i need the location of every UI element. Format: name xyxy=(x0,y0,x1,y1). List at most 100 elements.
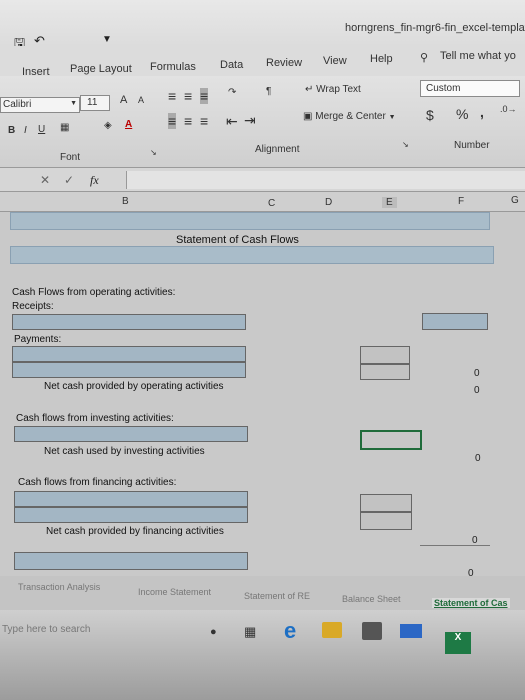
net-operating-value: 0 xyxy=(474,385,480,396)
mail-icon[interactable] xyxy=(400,624,422,638)
title-band-bottom xyxy=(10,246,494,264)
payments-label: Payments: xyxy=(14,334,62,345)
increase-indent-icon[interactable]: ⇥ xyxy=(244,112,256,129)
column-header-d[interactable]: D xyxy=(325,197,332,208)
payments-box-e1[interactable] xyxy=(360,346,410,364)
customize-toolbar-icon[interactable]: ▼ xyxy=(102,34,112,45)
lightbulb-icon[interactable]: ⚲ xyxy=(420,51,428,64)
font-color-button[interactable]: A xyxy=(125,119,132,130)
tab-income-statement[interactable]: Income Statement xyxy=(138,587,211,597)
align-top-icon[interactable]: ≡ xyxy=(168,88,176,104)
excel-taskbar-icon[interactable]: X xyxy=(445,632,471,654)
currency-button[interactable]: $ xyxy=(426,107,434,123)
column-header-c[interactable]: C xyxy=(268,198,275,209)
formula-bar: ✕ ✓ fx xyxy=(0,168,525,192)
align-bottom-icon[interactable]: ≡ xyxy=(200,88,209,104)
payments-box-e2[interactable] xyxy=(360,364,410,380)
receipts-total-cell[interactable] xyxy=(422,313,488,330)
menu-formulas[interactable]: Formulas xyxy=(150,61,196,73)
investing-heading: Cash flows from investing activities: xyxy=(16,413,174,424)
microphone-icon[interactable]: ● xyxy=(210,626,217,638)
wrap-text-button[interactable]: ↵ Wrap Text xyxy=(305,84,361,95)
financing-input-cell-1[interactable] xyxy=(14,491,248,507)
alignment-group-label: Alignment xyxy=(255,144,300,155)
financing-input-cell-2[interactable] xyxy=(14,507,248,523)
edge-icon[interactable]: e xyxy=(284,618,296,644)
underline-button[interactable]: U xyxy=(38,124,45,135)
menu-page-layout[interactable]: Page Layout xyxy=(70,63,132,75)
receipts-input-cell[interactable] xyxy=(12,314,246,330)
wrap-text-icon: ↵ xyxy=(305,84,317,95)
comma-button[interactable]: , xyxy=(480,104,484,120)
net-financing-value: 0 xyxy=(472,535,478,546)
total-input-cell[interactable] xyxy=(14,552,248,570)
taskbar-search-input[interactable]: Type here to search xyxy=(2,624,90,635)
increase-decimal-icon[interactable]: .0→ xyxy=(500,104,517,114)
tab-statement-of-cash-flows[interactable]: Statement of Cas xyxy=(432,598,510,608)
font-group-label: Font xyxy=(60,152,81,163)
align-center-icon[interactable]: ≡ xyxy=(184,113,192,129)
alignment-launcher-icon[interactable]: ↘ xyxy=(402,140,409,149)
cancel-icon[interactable]: ✕ xyxy=(40,173,50,187)
font-launcher-icon[interactable]: ↘ xyxy=(150,148,157,157)
receipts-label: Receipts: xyxy=(12,301,54,312)
statement-title: Statement of Cash Flows xyxy=(176,234,299,246)
column-headers xyxy=(0,192,525,212)
investing-selected-cell[interactable] xyxy=(360,430,422,450)
net-financing-label: Net cash provided by financing activitie… xyxy=(46,526,224,537)
operating-heading: Cash Flows from operating activities: xyxy=(12,287,176,298)
number-group-label: Number xyxy=(454,140,490,151)
font-name-select[interactable]: Calibri ▼ xyxy=(0,97,80,113)
payments-value: 0 xyxy=(474,368,480,379)
text-direction-icon[interactable]: ¶ xyxy=(266,86,271,97)
column-header-e[interactable]: E xyxy=(382,197,397,208)
bold-button[interactable]: B xyxy=(8,125,15,136)
align-middle-icon[interactable]: ≡ xyxy=(184,88,192,104)
file-explorer-icon[interactable] xyxy=(322,622,342,638)
grow-font-button[interactable]: A xyxy=(120,94,127,106)
net-operating-label: Net cash provided by operating activitie… xyxy=(44,381,224,392)
font-size-select[interactable]: 11 xyxy=(80,95,110,111)
store-icon[interactable] xyxy=(362,622,382,640)
align-right-icon[interactable]: ≡ xyxy=(200,113,208,129)
align-left-icon[interactable]: ≡ xyxy=(168,113,177,129)
tab-balance-sheet[interactable]: Balance Sheet xyxy=(342,594,401,604)
financing-box-e2[interactable] xyxy=(360,512,412,530)
menu-review[interactable]: Review xyxy=(266,57,302,69)
financing-underline xyxy=(420,545,490,546)
payments-input-cell-2[interactable] xyxy=(12,362,246,378)
menu-help[interactable]: Help xyxy=(370,53,393,65)
number-format-value: Custom xyxy=(426,83,461,94)
percent-button[interactable]: % xyxy=(456,106,468,122)
shrink-font-button[interactable]: A xyxy=(138,95,144,105)
investing-input-cell[interactable] xyxy=(14,426,248,442)
borders-icon[interactable]: ▦ xyxy=(60,122,69,133)
font-size-value: 11 xyxy=(87,97,98,108)
menu-data[interactable]: Data xyxy=(220,59,243,71)
fill-color-icon[interactable]: ◈ xyxy=(104,120,112,131)
column-header-b[interactable]: B xyxy=(122,196,129,207)
insert-function-button[interactable]: fx xyxy=(90,173,99,188)
formula-input[interactable] xyxy=(126,171,525,189)
task-view-icon[interactable]: ▦ xyxy=(244,624,256,640)
payments-input-cell-1[interactable] xyxy=(12,346,246,362)
orientation-icon[interactable]: ↷ xyxy=(228,87,236,98)
tell-me-input[interactable]: Tell me what yo xyxy=(440,50,516,62)
financing-box-e1[interactable] xyxy=(360,494,412,512)
column-header-g[interactable]: G xyxy=(511,195,519,206)
chevron-down-icon: ▼ xyxy=(70,100,77,107)
merge-center-label: Merge & Center xyxy=(315,111,386,122)
merge-center-button[interactable]: ▣ Merge & Center ▼ xyxy=(303,111,396,122)
column-header-f[interactable]: F xyxy=(458,196,464,207)
chevron-down-icon: ▼ xyxy=(388,114,396,121)
tab-transaction-analysis[interactable]: Transaction Analysis xyxy=(18,582,100,592)
net-investing-value: 0 xyxy=(475,453,481,464)
enter-icon[interactable]: ✓ xyxy=(64,173,74,187)
decrease-indent-icon[interactable]: ⇤ xyxy=(226,113,238,130)
tab-statement-of-re[interactable]: Statement of RE xyxy=(244,591,310,601)
net-investing-label: Net cash used by investing activities xyxy=(44,446,205,457)
italic-button[interactable]: I xyxy=(24,125,27,136)
menu-view[interactable]: View xyxy=(323,55,347,67)
merge-icon: ▣ xyxy=(303,111,316,122)
number-format-select[interactable]: Custom xyxy=(420,80,520,97)
